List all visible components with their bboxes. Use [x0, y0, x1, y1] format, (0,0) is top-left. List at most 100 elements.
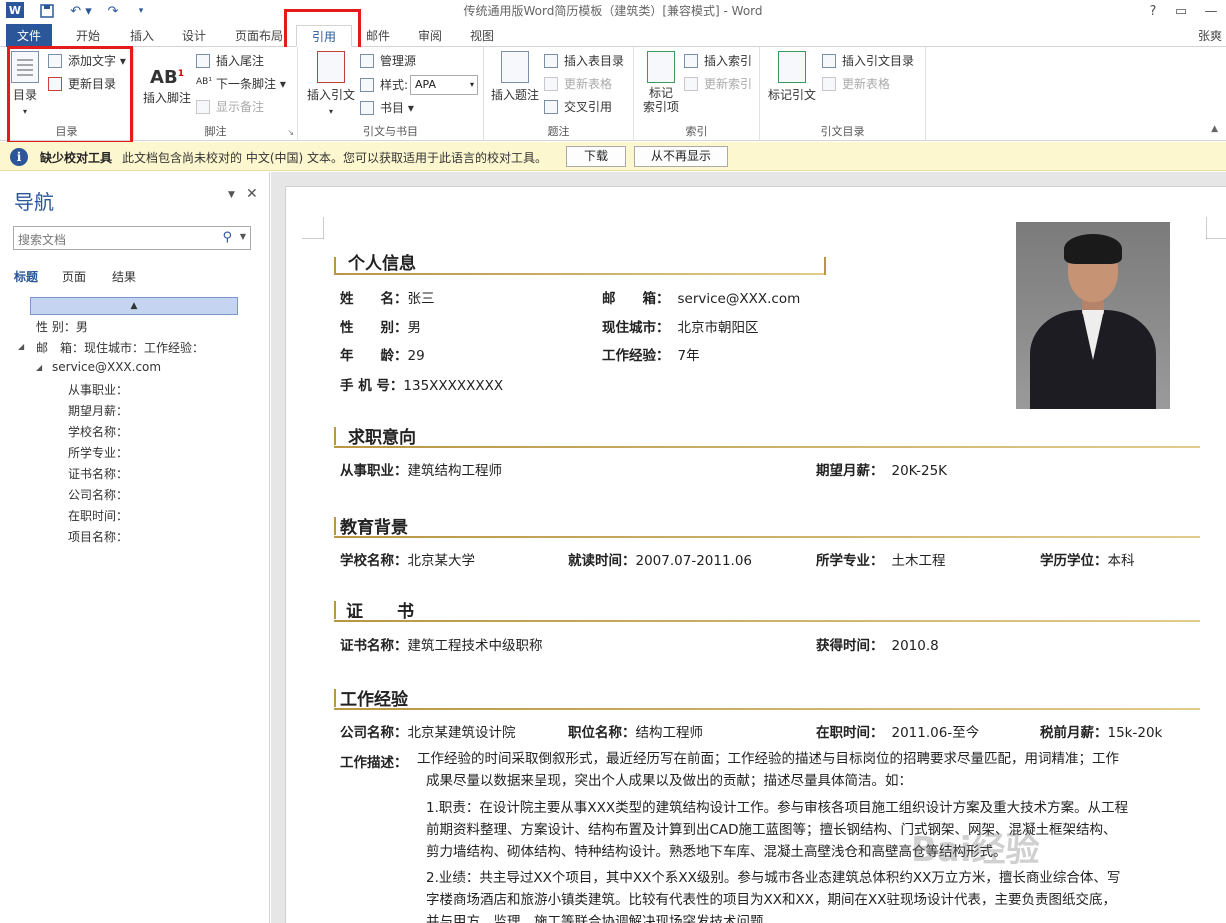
info-icon: i	[10, 148, 28, 166]
work-description: 成果尽量以数据来呈现，突出个人成果以及做出的贡献；描述尽量具体简洁。如：	[426, 773, 912, 789]
search-icon[interactable]: ⚲	[222, 230, 232, 245]
field-label: 工作经验：	[602, 348, 670, 364]
user-name[interactable]: 张爽	[1198, 27, 1222, 44]
chevron-down-icon: ▾	[469, 80, 474, 89]
nav-pane-title: 导航	[14, 190, 54, 214]
footnote-dialog-launcher-icon[interactable]: ↘	[287, 128, 294, 137]
tab-design[interactable]: 设计	[172, 25, 216, 47]
name-value: 张三	[407, 291, 435, 307]
margin-corner-mark	[1206, 217, 1226, 239]
insert-citation-button[interactable]: 插入引文 ▾	[304, 51, 358, 117]
nav-heading-item[interactable]: 公司名称：	[68, 486, 128, 503]
field-label: 在职时间：	[816, 725, 884, 741]
citation-style-select[interactable]: APA ▾	[410, 75, 478, 95]
insert-footnote-button[interactable]: AB1 插入脚注	[140, 59, 194, 106]
tab-mailings[interactable]: 邮件	[356, 25, 400, 47]
nav-heading-item[interactable]: 从事职业：	[68, 381, 128, 398]
field-label: 学校名称：	[340, 553, 408, 569]
insert-table-of-figures-button[interactable]: 插入表目录	[544, 51, 624, 71]
nav-scroll-up-button[interactable]: ▲	[30, 297, 238, 315]
nav-heading-item[interactable]: 邮 箱：现住城市：工作经验：	[36, 339, 204, 356]
tab-page-layout[interactable]: 页面布局	[228, 25, 290, 47]
insert-index-button[interactable]: 插入索引	[684, 51, 752, 71]
nav-tab-headings[interactable]: 标题	[14, 268, 38, 285]
section-title-certificate: 证 书	[346, 602, 414, 622]
cross-reference-button[interactable]: 交叉引用	[544, 97, 612, 117]
dont-show-again-button[interactable]: 从不再显示	[634, 146, 728, 167]
nav-heading-item[interactable]: 项目名称：	[68, 528, 128, 545]
tab-view[interactable]: 视图	[460, 25, 504, 47]
nav-heading-item[interactable]: service@XXX.com	[52, 360, 161, 374]
help-button[interactable]: ?	[1140, 0, 1166, 22]
insert-toa-button[interactable]: 插入引文目录	[822, 51, 914, 71]
insert-endnote-button[interactable]: 插入尾注	[196, 51, 264, 71]
caption-icon	[501, 51, 529, 83]
salary-value: 20K-25K	[891, 463, 948, 479]
update-toa-button[interactable]: 更新表格	[822, 74, 890, 94]
window-title: 传统通用版Word简历模板（建筑类）[兼容模式] - Word	[463, 4, 763, 18]
nav-tab-results[interactable]: 结果	[112, 268, 136, 285]
message-bar-text: 此文档包含尚未校对的 中文(中国) 文本。您可以获取适用于此语言的校对工具。	[122, 151, 547, 165]
nav-heading-item[interactable]: 所学专业：	[68, 444, 128, 461]
field-label: 工作描述：	[340, 755, 408, 771]
group-label-footnotes: 脚注	[204, 125, 227, 138]
next-footnote-icon: AB¹	[196, 77, 212, 87]
pay-value: 15k-20k	[1107, 725, 1163, 741]
mark-entry-button[interactable]: 标记 索引项	[638, 51, 684, 114]
nav-heading-item[interactable]: 学校名称：	[68, 423, 128, 440]
document-area: 个人信息 姓 名：张三 邮 箱： service@XXX.com 性 别：男 现住…	[271, 172, 1226, 923]
tab-file[interactable]: 文件	[6, 24, 52, 48]
field-label: 期望月薪：	[816, 463, 884, 479]
search-options-chevron-icon[interactable]: ▼	[240, 232, 246, 241]
section-underline	[334, 708, 1200, 710]
nav-close-icon[interactable]: ✕	[246, 186, 258, 202]
message-bar-title: 缺少校对工具	[40, 151, 113, 165]
mark-entry-icon	[647, 51, 675, 83]
phone-value: 135XXXXXXXX	[403, 378, 504, 394]
mark-citation-button[interactable]: 标记引文	[764, 51, 820, 103]
tab-home[interactable]: 开始	[66, 25, 110, 47]
collapse-triangle-icon[interactable]: ◢	[36, 363, 42, 372]
section-title-intent: 求职意向	[348, 428, 416, 448]
margin-corner-mark	[302, 217, 324, 239]
insert-caption-button[interactable]: 插入题注	[488, 51, 542, 103]
manage-sources-button[interactable]: 管理源	[360, 51, 416, 71]
next-footnote-button[interactable]: AB¹ 下一条脚注 ▾	[196, 74, 286, 94]
ribbon-display-options-icon[interactable]: ▭	[1168, 0, 1194, 22]
navigation-pane: 导航 ▼ ✕ 搜索文档 ⚲ ▼ 标题 页面 结果 ▲ 性 别：男 ◢ 邮 箱：现…	[0, 172, 270, 923]
nav-options-chevron-icon[interactable]: ▼	[228, 190, 235, 200]
field-label: 职位名称：	[568, 725, 636, 741]
field-label: 所学专业：	[816, 553, 884, 569]
tab-insert[interactable]: 插入	[120, 25, 164, 47]
style-label: 样式:	[360, 75, 408, 95]
document-page[interactable]: 个人信息 姓 名：张三 邮 箱： service@XXX.com 性 别：男 现住…	[285, 186, 1226, 923]
ribbon: 目录 ▾ 添加文字 ▾ 更新目录 目录 AB1 插入脚注 插入尾注 AB¹ 下一条脚…	[0, 47, 1226, 141]
nav-search-input[interactable]: 搜索文档 ⚲ ▼	[13, 226, 251, 250]
profile-photo[interactable]	[1016, 222, 1170, 409]
minimize-icon[interactable]: —	[1198, 0, 1224, 22]
update-table-button[interactable]: 更新表格	[544, 74, 612, 94]
collapse-triangle-icon[interactable]: ◢	[18, 342, 24, 351]
nav-tab-pages[interactable]: 页面	[62, 268, 86, 285]
update-index-button[interactable]: 更新索引	[684, 74, 752, 94]
field-label: 性 别：	[340, 320, 408, 336]
download-button[interactable]: 下载	[566, 146, 626, 167]
nav-heading-item[interactable]: 在职时间：	[68, 507, 128, 524]
section-title-education: 教育背景	[340, 518, 408, 538]
tab-review[interactable]: 审阅	[408, 25, 452, 47]
group-label-index: 索引	[685, 125, 708, 138]
field-label: 邮 箱：	[602, 291, 670, 307]
nav-heading-item[interactable]: 期望月薪：	[68, 402, 128, 419]
degree-value: 本科	[1107, 553, 1135, 569]
age-value: 29	[407, 348, 425, 364]
update-table-icon	[544, 77, 558, 91]
company-value: 北京某建筑设计院	[407, 725, 516, 741]
bibliography-button[interactable]: 书目 ▾	[360, 98, 414, 118]
experience-value: 7年	[677, 348, 700, 364]
nav-heading-item[interactable]: 证书名称：	[68, 465, 128, 482]
footnote-ab-icon: AB1	[150, 67, 184, 88]
bibliography-icon	[360, 101, 374, 115]
nav-heading-item[interactable]: 性 别：男	[36, 318, 88, 335]
show-notes-button[interactable]: 显示备注	[196, 97, 264, 117]
collapse-ribbon-icon[interactable]: ▲	[1211, 124, 1218, 134]
